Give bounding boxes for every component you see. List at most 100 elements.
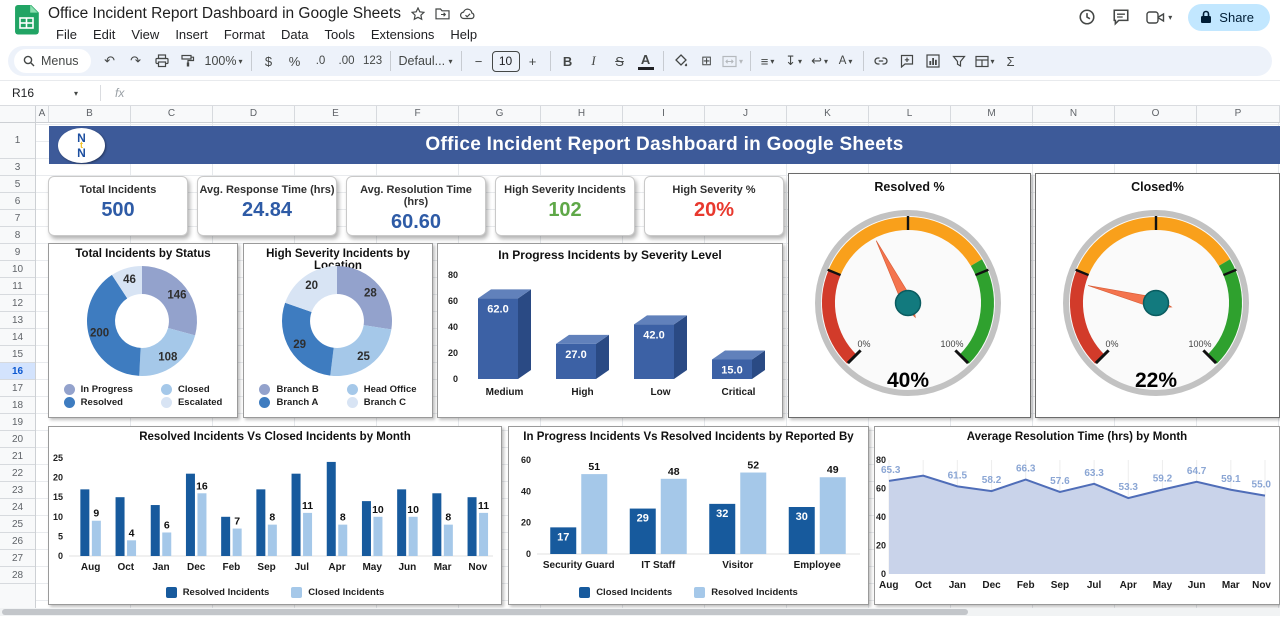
strikethrough-button[interactable]: S	[607, 49, 633, 73]
row-header-26[interactable]: 26	[0, 533, 35, 550]
column-header-P[interactable]: P	[1197, 106, 1280, 122]
column-header-D[interactable]: D	[213, 106, 295, 122]
row-header-19[interactable]: 19	[0, 414, 35, 431]
italic-button[interactable]: I	[581, 49, 607, 73]
star-icon[interactable]	[411, 7, 425, 21]
menu-item-tools[interactable]: Tools	[316, 27, 362, 42]
chevron-down-icon[interactable]: ▾	[1168, 13, 1172, 22]
comments-icon[interactable]	[1112, 8, 1130, 26]
row-header-1[interactable]: 1	[0, 123, 35, 159]
select-all-corner[interactable]	[0, 106, 36, 122]
move-folder-icon[interactable]	[435, 7, 450, 20]
name-box[interactable]: R16▾	[0, 86, 86, 100]
row-header-12[interactable]: 12	[0, 295, 35, 312]
row-header-18[interactable]: 18	[0, 397, 35, 414]
borders-button[interactable]: ⊞	[694, 49, 720, 73]
format-percent-button[interactable]: %	[282, 49, 308, 73]
spreadsheet-grid[interactable]: 1356789101112131415161718192021222324252…	[0, 123, 1280, 616]
merge-cells-button[interactable]: ▾	[720, 49, 746, 73]
row-header-20[interactable]: 20	[0, 431, 35, 448]
row-header-15[interactable]: 15	[0, 346, 35, 363]
row-header-11[interactable]: 11	[0, 278, 35, 295]
create-filter-button[interactable]	[946, 49, 972, 73]
bold-button[interactable]: B	[555, 49, 581, 73]
menu-item-format[interactable]: Format	[216, 27, 273, 42]
undo-button[interactable]: ↶	[97, 49, 123, 73]
column-header-F[interactable]: F	[377, 106, 459, 122]
format-currency-button[interactable]: $	[256, 49, 282, 73]
menu-item-data[interactable]: Data	[273, 27, 316, 42]
row-header-23[interactable]: 23	[0, 482, 35, 499]
more-formats-button[interactable]: 123	[360, 49, 386, 73]
row-header-21[interactable]: 21	[0, 448, 35, 465]
fx-icon[interactable]: fx	[100, 85, 124, 101]
row-header-17[interactable]: 17	[0, 380, 35, 397]
print-button[interactable]	[149, 49, 175, 73]
text-color-button[interactable]: A	[638, 52, 654, 70]
scrollbar-thumb[interactable]	[2, 609, 968, 615]
zoom-select[interactable]: 100%▾	[201, 49, 247, 73]
row-header-28[interactable]: 28	[0, 567, 35, 584]
column-header-I[interactable]: I	[623, 106, 705, 122]
chart-location-donut[interactable]: High Severity Incidents by Location 2825…	[243, 243, 433, 418]
column-header-L[interactable]: L	[869, 106, 951, 122]
menu-item-edit[interactable]: Edit	[85, 27, 123, 42]
insert-link-button[interactable]	[868, 49, 894, 73]
menus-search-button[interactable]: Menus	[14, 49, 91, 73]
row-header-24[interactable]: 24	[0, 499, 35, 516]
decrease-font-size-button[interactable]: −	[466, 49, 492, 73]
sheet-canvas[interactable]: N t N Office Incident Report Dashboard i…	[36, 123, 1280, 616]
menu-item-insert[interactable]: Insert	[167, 27, 216, 42]
chart-reportedby-bars[interactable]: In Progress Incidents Vs Resolved Incide…	[508, 426, 869, 605]
fill-color-button[interactable]	[668, 49, 694, 73]
version-history-icon[interactable]	[1078, 8, 1096, 26]
column-header-G[interactable]: G	[459, 106, 541, 122]
menu-item-help[interactable]: Help	[442, 27, 485, 42]
chart-monthly-resolved-closed[interactable]: Resolved Incidents Vs Closed Incidents b…	[48, 426, 502, 605]
column-header-J[interactable]: J	[705, 106, 787, 122]
chart-severity-bar3d[interactable]: In Progress Incidents by Severity Level …	[437, 243, 783, 418]
column-header-N[interactable]: N	[1033, 106, 1115, 122]
font-select[interactable]: Defaul...▾	[395, 49, 457, 73]
insert-chart-button[interactable]	[920, 49, 946, 73]
horizontal-align-button[interactable]: ≡▾	[755, 49, 781, 73]
chart-closed-gauge[interactable]: Closed% 0%100%22%	[1035, 173, 1280, 418]
chart-resolved-gauge[interactable]: Resolved % 0%100%40%	[788, 173, 1031, 418]
table-views-button[interactable]: ▾	[972, 49, 998, 73]
column-header-H[interactable]: H	[541, 106, 623, 122]
decrease-decimals-button[interactable]: .0	[308, 49, 334, 73]
row-header-16[interactable]: 16	[0, 363, 35, 380]
paint-format-button[interactable]	[175, 49, 201, 73]
vertical-align-button[interactable]: ↧▾	[781, 49, 807, 73]
chart-status-donut[interactable]: Total Incidents by Status 14610820046 In…	[48, 243, 238, 418]
text-rotation-button[interactable]: A▾	[833, 49, 859, 73]
font-size-input[interactable]: 10	[492, 51, 520, 72]
column-header-A[interactable]: A	[36, 106, 49, 122]
share-button[interactable]: Share	[1188, 4, 1270, 31]
row-header-9[interactable]: 9	[0, 244, 35, 261]
column-header-C[interactable]: C	[131, 106, 213, 122]
row-header-13[interactable]: 13	[0, 312, 35, 329]
column-header-O[interactable]: O	[1115, 106, 1197, 122]
row-header-27[interactable]: 27	[0, 550, 35, 567]
text-wrap-button[interactable]: ↩▾	[807, 49, 833, 73]
column-header-M[interactable]: M	[951, 106, 1033, 122]
menu-item-view[interactable]: View	[123, 27, 167, 42]
meet-camera-icon[interactable]: ▾	[1146, 10, 1172, 25]
increase-font-size-button[interactable]: +	[520, 49, 546, 73]
google-sheets-logo[interactable]	[15, 5, 39, 36]
row-header-25[interactable]: 25	[0, 516, 35, 533]
document-title[interactable]: Office Incident Report Dashboard in Goog…	[48, 5, 401, 23]
insert-comment-button[interactable]	[894, 49, 920, 73]
chart-resolution-area[interactable]: Average Resolution Time (hrs) by Month 0…	[874, 426, 1280, 605]
increase-decimals-button[interactable]: .00	[334, 49, 360, 73]
row-header-14[interactable]: 14	[0, 329, 35, 346]
row-header-6[interactable]: 6	[0, 193, 35, 210]
functions-button[interactable]: Σ	[998, 49, 1024, 73]
row-header-8[interactable]: 8	[0, 227, 35, 244]
redo-button[interactable]: ↷	[123, 49, 149, 73]
row-header-22[interactable]: 22	[0, 465, 35, 482]
horizontal-scrollbar[interactable]	[0, 608, 1280, 616]
column-header-K[interactable]: K	[787, 106, 869, 122]
column-header-E[interactable]: E	[295, 106, 377, 122]
